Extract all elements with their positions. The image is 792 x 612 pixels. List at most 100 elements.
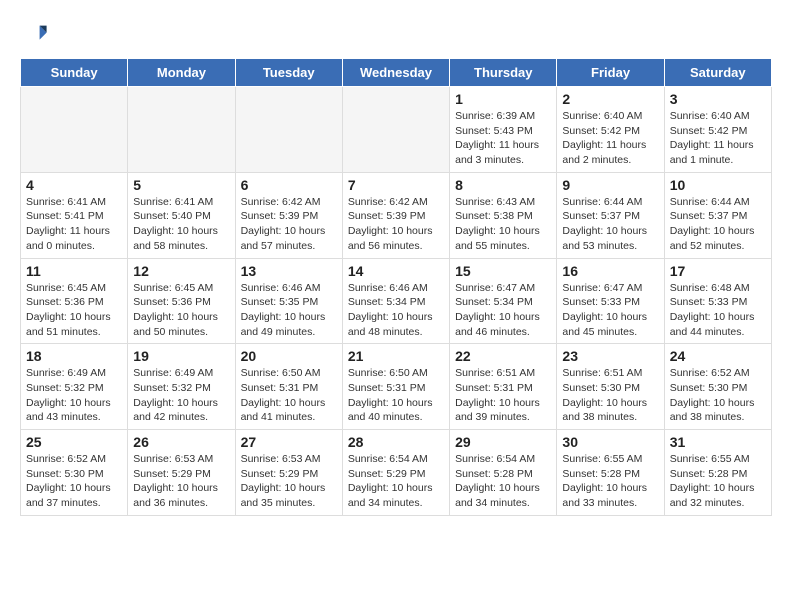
calendar-week-row: 4 Sunrise: 6:41 AM Sunset: 5:41 PM Daylig… (21, 172, 772, 258)
calendar-day-cell: 15Sunrise: 6:47 AM Sunset: 5:34 PM Dayli… (450, 258, 557, 344)
calendar-day-cell: 29 Sunrise: 6:54 AM Sunset: 5:28 PM Dayli… (450, 430, 557, 516)
day-info: Sunrise: 6:49 AM Sunset: 5:32 PM Dayligh… (26, 366, 122, 425)
calendar-day-cell: 20 Sunrise: 6:50 AM Sunset: 5:31 PM Dayli… (235, 344, 342, 430)
calendar-day-cell: 27Sunrise: 6:53 AM Sunset: 5:29 PM Dayli… (235, 430, 342, 516)
calendar-day-cell: 18 Sunrise: 6:49 AM Sunset: 5:32 PM Dayli… (21, 344, 128, 430)
day-info: Sunrise: 6:41 AM Sunset: 5:40 PM Dayligh… (133, 195, 229, 254)
calendar-day-cell (21, 87, 128, 173)
day-info: Sunrise: 6:45 AM Sunset: 5:36 PM Dayligh… (26, 281, 122, 340)
page-header (20, 20, 772, 48)
day-of-week-header: Saturday (664, 59, 771, 87)
day-of-week-header: Monday (128, 59, 235, 87)
calendar-day-cell: 22 Sunrise: 6:51 AM Sunset: 5:31 PM Dayli… (450, 344, 557, 430)
calendar-day-cell: 8Sunrise: 6:43 AM Sunset: 5:38 PM Daylig… (450, 172, 557, 258)
day-info: Sunrise: 6:52 AM Sunset: 5:30 PM Dayligh… (26, 452, 122, 511)
day-number: 6 (241, 177, 337, 193)
day-number: 15 (455, 263, 551, 279)
day-number: 20 (241, 348, 337, 364)
calendar-table: SundayMondayTuesdayWednesdayThursdayFrid… (20, 58, 772, 516)
calendar-week-row: 1 Sunrise: 6:39 AM Sunset: 5:43 PM Daylig… (21, 87, 772, 173)
day-info: Sunrise: 6:44 AM Sunset: 5:37 PM Dayligh… (562, 195, 658, 254)
day-number: 1 (455, 91, 551, 107)
day-info: Sunrise: 6:49 AM Sunset: 5:32 PM Dayligh… (133, 366, 229, 425)
day-info: Sunrise: 6:41 AM Sunset: 5:41 PM Dayligh… (26, 195, 122, 254)
day-info: Sunrise: 6:44 AM Sunset: 5:37 PM Dayligh… (670, 195, 766, 254)
day-number: 26 (133, 434, 229, 450)
day-info: Sunrise: 6:50 AM Sunset: 5:31 PM Dayligh… (241, 366, 337, 425)
calendar-day-cell: 1 Sunrise: 6:39 AM Sunset: 5:43 PM Daylig… (450, 87, 557, 173)
calendar-day-cell: 14Sunrise: 6:46 AM Sunset: 5:34 PM Dayli… (342, 258, 449, 344)
calendar-day-cell: 6 Sunrise: 6:42 AM Sunset: 5:39 PM Daylig… (235, 172, 342, 258)
logo (20, 20, 52, 48)
day-info: Sunrise: 6:54 AM Sunset: 5:28 PM Dayligh… (455, 452, 551, 511)
day-info: Sunrise: 6:46 AM Sunset: 5:35 PM Dayligh… (241, 281, 337, 340)
calendar-day-cell: 26 Sunrise: 6:53 AM Sunset: 5:29 PM Dayli… (128, 430, 235, 516)
calendar-day-cell (128, 87, 235, 173)
day-info: Sunrise: 6:55 AM Sunset: 5:28 PM Dayligh… (670, 452, 766, 511)
day-number: 28 (348, 434, 444, 450)
day-info: Sunrise: 6:43 AM Sunset: 5:38 PM Dayligh… (455, 195, 551, 254)
day-of-week-header: Sunday (21, 59, 128, 87)
day-info: Sunrise: 6:45 AM Sunset: 5:36 PM Dayligh… (133, 281, 229, 340)
day-number: 30 (562, 434, 658, 450)
calendar-week-row: 25 Sunrise: 6:52 AM Sunset: 5:30 PM Dayli… (21, 430, 772, 516)
day-info: Sunrise: 6:42 AM Sunset: 5:39 PM Dayligh… (348, 195, 444, 254)
calendar-day-cell: 13 Sunrise: 6:46 AM Sunset: 5:35 PM Dayli… (235, 258, 342, 344)
day-info: Sunrise: 6:50 AM Sunset: 5:31 PM Dayligh… (348, 366, 444, 425)
day-number: 23 (562, 348, 658, 364)
calendar-day-cell: 28 Sunrise: 6:54 AM Sunset: 5:29 PM Dayli… (342, 430, 449, 516)
day-number: 21 (348, 348, 444, 364)
logo-icon (20, 20, 48, 48)
calendar-day-cell: 10Sunrise: 6:44 AM Sunset: 5:37 PM Dayli… (664, 172, 771, 258)
day-number: 22 (455, 348, 551, 364)
calendar-week-row: 18 Sunrise: 6:49 AM Sunset: 5:32 PM Dayli… (21, 344, 772, 430)
calendar-day-cell: 24 Sunrise: 6:52 AM Sunset: 5:30 PM Dayli… (664, 344, 771, 430)
calendar-day-cell: 21 Sunrise: 6:50 AM Sunset: 5:31 PM Dayli… (342, 344, 449, 430)
day-number: 24 (670, 348, 766, 364)
day-number: 25 (26, 434, 122, 450)
day-number: 17 (670, 263, 766, 279)
day-info: Sunrise: 6:51 AM Sunset: 5:31 PM Dayligh… (455, 366, 551, 425)
calendar-day-cell: 23 Sunrise: 6:51 AM Sunset: 5:30 PM Dayli… (557, 344, 664, 430)
day-number: 7 (348, 177, 444, 193)
day-number: 13 (241, 263, 337, 279)
day-number: 16 (562, 263, 658, 279)
day-number: 19 (133, 348, 229, 364)
day-info: Sunrise: 6:52 AM Sunset: 5:30 PM Dayligh… (670, 366, 766, 425)
calendar-day-cell (342, 87, 449, 173)
day-info: Sunrise: 6:53 AM Sunset: 5:29 PM Dayligh… (133, 452, 229, 511)
calendar-day-cell: 16 Sunrise: 6:47 AM Sunset: 5:33 PM Dayli… (557, 258, 664, 344)
calendar-day-cell: 2Sunrise: 6:40 AM Sunset: 5:42 PM Daylig… (557, 87, 664, 173)
day-info: Sunrise: 6:46 AM Sunset: 5:34 PM Dayligh… (348, 281, 444, 340)
day-info: Sunrise: 6:55 AM Sunset: 5:28 PM Dayligh… (562, 452, 658, 511)
calendar-day-cell: 12 Sunrise: 6:45 AM Sunset: 5:36 PM Dayli… (128, 258, 235, 344)
day-info: Sunrise: 6:42 AM Sunset: 5:39 PM Dayligh… (241, 195, 337, 254)
calendar-day-cell (235, 87, 342, 173)
calendar-day-cell: 11Sunrise: 6:45 AM Sunset: 5:36 PM Dayli… (21, 258, 128, 344)
day-number: 27 (241, 434, 337, 450)
day-number: 3 (670, 91, 766, 107)
day-number: 9 (562, 177, 658, 193)
calendar-day-cell: 17Sunrise: 6:48 AM Sunset: 5:33 PM Dayli… (664, 258, 771, 344)
day-of-week-header: Thursday (450, 59, 557, 87)
day-number: 18 (26, 348, 122, 364)
calendar-day-cell: 4 Sunrise: 6:41 AM Sunset: 5:41 PM Daylig… (21, 172, 128, 258)
day-number: 5 (133, 177, 229, 193)
calendar-day-cell: 5 Sunrise: 6:41 AM Sunset: 5:40 PM Daylig… (128, 172, 235, 258)
day-info: Sunrise: 6:39 AM Sunset: 5:43 PM Dayligh… (455, 109, 551, 168)
day-number: 31 (670, 434, 766, 450)
day-info: Sunrise: 6:40 AM Sunset: 5:42 PM Dayligh… (562, 109, 658, 168)
day-of-week-header: Wednesday (342, 59, 449, 87)
day-number: 29 (455, 434, 551, 450)
day-info: Sunrise: 6:40 AM Sunset: 5:42 PM Dayligh… (670, 109, 766, 168)
calendar-day-cell: 3 Sunrise: 6:40 AM Sunset: 5:42 PM Daylig… (664, 87, 771, 173)
calendar-day-cell: 19 Sunrise: 6:49 AM Sunset: 5:32 PM Dayli… (128, 344, 235, 430)
day-number: 4 (26, 177, 122, 193)
calendar-day-cell: 7 Sunrise: 6:42 AM Sunset: 5:39 PM Daylig… (342, 172, 449, 258)
calendar-day-cell: 30 Sunrise: 6:55 AM Sunset: 5:28 PM Dayli… (557, 430, 664, 516)
day-number: 12 (133, 263, 229, 279)
day-info: Sunrise: 6:51 AM Sunset: 5:30 PM Dayligh… (562, 366, 658, 425)
day-info: Sunrise: 6:54 AM Sunset: 5:29 PM Dayligh… (348, 452, 444, 511)
calendar-week-row: 11Sunrise: 6:45 AM Sunset: 5:36 PM Dayli… (21, 258, 772, 344)
day-info: Sunrise: 6:47 AM Sunset: 5:33 PM Dayligh… (562, 281, 658, 340)
